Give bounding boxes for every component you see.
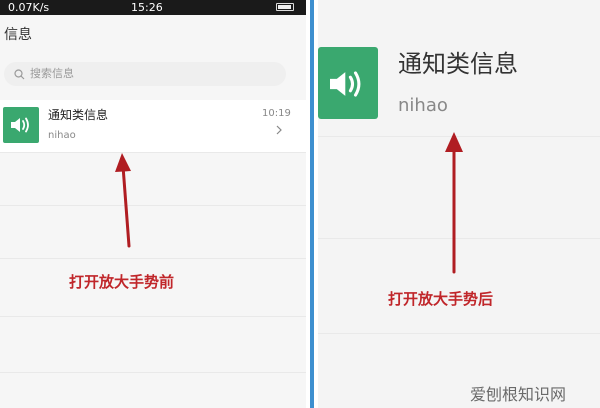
speaker-icon: [330, 71, 361, 97]
speaker-icon: [11, 117, 29, 133]
message-preview: nihao: [48, 130, 76, 141]
message-title-large: 通知类信息: [398, 50, 518, 78]
message-avatar-large: [318, 47, 378, 119]
red-arrow-icon: [445, 132, 463, 274]
page-title: 信息: [4, 27, 32, 43]
message-title: 通知类信息: [48, 108, 109, 122]
status-time: 15:26: [131, 1, 163, 14]
caption-after: 打开放大手势后: [388, 290, 494, 308]
caption-before: 打开放大手势前: [69, 273, 175, 291]
status-bar: 0.07K/s 15:26: [0, 0, 306, 15]
search-bar[interactable]: 搜索信息: [4, 62, 286, 86]
panel-divider: [306, 0, 318, 408]
divider-line: [0, 372, 306, 373]
divider-line: [0, 205, 306, 206]
message-time: 10:19: [262, 108, 291, 119]
divider-line: [318, 333, 600, 334]
network-speed: 0.07K/s: [8, 1, 50, 14]
watermark: 爱刨根知识网: [470, 385, 567, 404]
chevron-right-icon: [276, 125, 282, 135]
battery-icon: [276, 3, 294, 11]
search-icon: [14, 69, 25, 80]
message-list-item[interactable]: 通知类信息 nihao 10:19: [0, 100, 306, 152]
divider-line: [0, 316, 306, 317]
message-avatar: [3, 107, 39, 143]
red-arrow-icon: [115, 153, 131, 248]
message-preview-large: nihao: [398, 95, 448, 116]
divider-line: [0, 258, 306, 259]
divider-line: [0, 152, 306, 153]
search-placeholder: 搜索信息: [30, 67, 74, 80]
